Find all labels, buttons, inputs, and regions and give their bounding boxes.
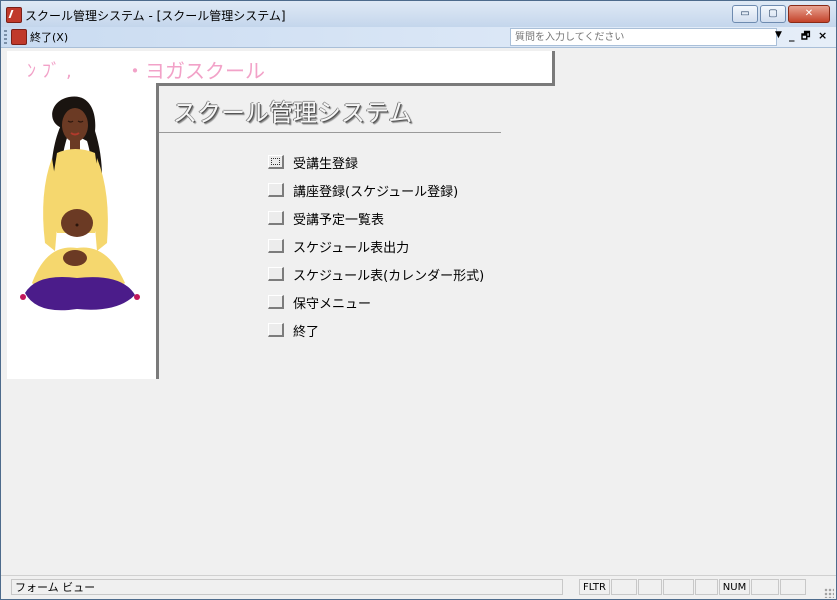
- window-controls: ▭ ▢ ✕: [730, 5, 830, 23]
- option-button[interactable]: [268, 267, 284, 281]
- option-label[interactable]: 終了: [293, 321, 319, 340]
- access-app-icon[interactable]: [6, 7, 22, 23]
- option-label[interactable]: スケジュール表出力: [293, 237, 409, 256]
- option-label[interactable]: 受講生登録: [293, 153, 358, 172]
- menu-option-attendance-list[interactable]: 受講予定一覧表: [268, 204, 484, 232]
- status-panel-empty: [695, 579, 718, 595]
- option-label[interactable]: 受講予定一覧表: [293, 209, 384, 228]
- menu-option-register-student[interactable]: 受講生登録: [268, 148, 484, 176]
- exit-icon: [11, 29, 27, 45]
- help-dropdown-icon[interactable]: ▼: [775, 30, 782, 40]
- status-panel-empty: [663, 579, 694, 595]
- option-button[interactable]: [268, 239, 284, 253]
- resize-grip-icon[interactable]: [824, 588, 834, 598]
- toolbar-grip-icon[interactable]: [4, 30, 7, 44]
- status-bar: フォーム ビュー FLTR NUM: [1, 575, 836, 599]
- status-filter-indicator: FLTR: [579, 579, 610, 595]
- yoga-woman-illustration: [20, 96, 140, 311]
- minimize-button[interactable]: ▭: [732, 5, 758, 23]
- form-area: ﾝﾌﾞ, ・ヨガスクール スクール管理システム 受講生登録 講座登録(スケジュー…: [1, 48, 836, 575]
- status-panel-empty: [611, 579, 637, 595]
- menu-option-exit[interactable]: 終了: [268, 316, 484, 344]
- form-divider-top: [156, 83, 501, 86]
- option-button[interactable]: [268, 211, 284, 225]
- status-panel-empty: [780, 579, 806, 595]
- option-button[interactable]: [268, 155, 284, 169]
- mdi-restore-button[interactable]: 🗗: [801, 29, 810, 46]
- title-bar[interactable]: スクール管理システム - [スクール管理システム] ▭ ▢ ✕: [1, 1, 836, 27]
- menu-item-exit[interactable]: 終了(X): [11, 28, 68, 46]
- yoga-image-panel: [7, 83, 157, 379]
- switchboard-menu: 受講生登録 講座登録(スケジュール登録) 受講予定一覧表 スケジュール表出力 ス…: [268, 148, 484, 344]
- close-button[interactable]: ✕: [788, 5, 830, 23]
- status-num-indicator: NUM: [719, 579, 750, 595]
- logo-text: ・ヨガスクール: [125, 59, 265, 83]
- window-title: スクール管理システム - [スクール管理システム]: [25, 9, 286, 23]
- maximize-button[interactable]: ▢: [760, 5, 786, 23]
- status-panel-empty: [751, 579, 779, 595]
- menu-item-exit-label: 終了(X): [30, 31, 69, 44]
- option-label[interactable]: スケジュール表(カレンダー形式): [293, 265, 484, 284]
- status-view-text: フォーム ビュー: [11, 579, 563, 595]
- option-button[interactable]: [268, 323, 284, 337]
- menu-option-register-course[interactable]: 講座登録(スケジュール登録): [268, 176, 484, 204]
- logo-fragment-text: ﾝﾌﾞ,: [27, 61, 78, 82]
- logo-banner: ﾝﾌﾞ, ・ヨガスクール: [7, 51, 555, 86]
- menu-bar: 終了(X) ▼ _ 🗗 ×: [1, 27, 836, 48]
- status-panel-empty: [638, 579, 662, 595]
- option-label[interactable]: 保守メニュー: [293, 293, 371, 312]
- menu-option-schedule-output[interactable]: スケジュール表出力: [268, 232, 484, 260]
- menu-option-schedule-calendar[interactable]: スケジュール表(カレンダー形式): [268, 260, 484, 288]
- app-window: スクール管理システム - [スクール管理システム] ▭ ▢ ✕ 終了(X) ▼ …: [0, 0, 837, 600]
- mdi-minimize-button[interactable]: _: [789, 29, 795, 42]
- help-question-input[interactable]: [511, 29, 774, 46]
- menu-option-maintenance[interactable]: 保守メニュー: [268, 288, 484, 316]
- option-button[interactable]: [268, 295, 284, 309]
- help-question-box[interactable]: [510, 28, 777, 46]
- option-label[interactable]: 講座登録(スケジュール登録): [293, 181, 458, 200]
- option-button[interactable]: [268, 183, 284, 197]
- page-title: スクール管理システム: [173, 99, 413, 127]
- mdi-close-button[interactable]: ×: [818, 29, 827, 42]
- title-underline: [159, 132, 501, 133]
- form-divider-vertical: [156, 83, 159, 379]
